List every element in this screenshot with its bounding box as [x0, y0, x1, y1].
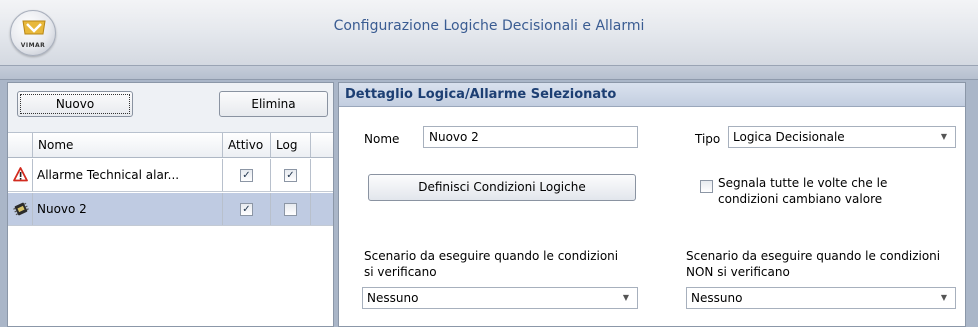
signal-changes-label-line2: condizioni cambiano valore: [718, 192, 883, 206]
active-checkbox[interactable]: ✓: [240, 169, 253, 182]
name-label: Nome: [364, 132, 400, 146]
active-checkbox[interactable]: ✓: [240, 203, 253, 216]
type-select-value: Logica Decisionale: [733, 130, 845, 144]
header-active[interactable]: Attivo: [223, 133, 271, 157]
name-input[interactable]: Nuovo 2: [423, 126, 638, 148]
scenario-true-label-line2: si verificano: [364, 265, 437, 279]
logic-chip-icon: [13, 202, 29, 216]
window-title: Configurazione Logiche Decisionali e All…: [333, 18, 645, 34]
header-icon-column[interactable]: [8, 133, 33, 157]
signal-changes-checkbox[interactable]: [700, 180, 713, 193]
chevron-down-icon: ▼: [940, 293, 947, 302]
chevron-down-icon: ▼: [622, 293, 629, 302]
table-row[interactable]: Nuovo 2 ✓: [8, 193, 333, 226]
delete-button[interactable]: Elimina: [219, 91, 328, 117]
scenario-false-label-line1: Scenario da eseguire quando le condizion…: [686, 249, 941, 263]
scenario-true-select[interactable]: Nessuno ▼: [362, 287, 638, 309]
table-row[interactable]: Allarme Technical alar... ✓ ✓: [8, 159, 333, 192]
log-checkbox[interactable]: ✓: [284, 169, 297, 182]
row-icon-cell: [8, 159, 33, 191]
row-log-cell: [271, 193, 311, 225]
logo-text: VIMAR: [20, 42, 46, 49]
grid-header: Nome Attivo Log: [8, 133, 333, 158]
scenario-false-label-line2: NON si verificano: [686, 265, 790, 279]
scenario-false-value: Nessuno: [691, 291, 743, 305]
row-log-cell: ✓: [271, 159, 311, 191]
row-active-cell: ✓: [223, 193, 271, 225]
logic-list-panel: Nuovo Elimina Nome Attivo Log Allarme Te…: [7, 82, 334, 327]
row-active-cell: ✓: [223, 159, 271, 191]
new-button[interactable]: Nuovo: [17, 91, 133, 117]
row-name: Allarme Technical alar...: [33, 159, 223, 191]
header-name[interactable]: Nome: [33, 133, 223, 157]
log-checkbox[interactable]: [284, 203, 297, 216]
type-select[interactable]: Logica Decisionale ▼: [728, 126, 956, 148]
scenario-true-label-line1: Scenario da eseguire quando le condizion…: [364, 249, 619, 263]
detail-header: Dettaglio Logica/Allarme Selezionato: [339, 83, 965, 107]
alarm-warning-icon: [13, 167, 28, 182]
detail-panel: Dettaglio Logica/Allarme Selezionato Nom…: [338, 82, 966, 327]
title-bar: VIMAR Configurazione Logiche Decisionali…: [0, 0, 978, 66]
define-conditions-button[interactable]: Definisci Condizioni Logiche: [368, 174, 636, 201]
title-separator: [0, 66, 978, 80]
row-name: Nuovo 2: [33, 193, 223, 225]
chevron-down-icon: ▼: [940, 132, 947, 141]
type-label: Tipo: [695, 132, 721, 146]
signal-changes-label-line1: Segnala tutte le volte che le: [718, 176, 888, 190]
row-icon-cell: [8, 193, 33, 225]
scenario-true-value: Nessuno: [367, 291, 419, 305]
list-toolbar: Nuovo Elimina: [8, 83, 333, 133]
header-log[interactable]: Log: [271, 133, 311, 157]
scenario-false-select[interactable]: Nessuno ▼: [686, 287, 956, 309]
